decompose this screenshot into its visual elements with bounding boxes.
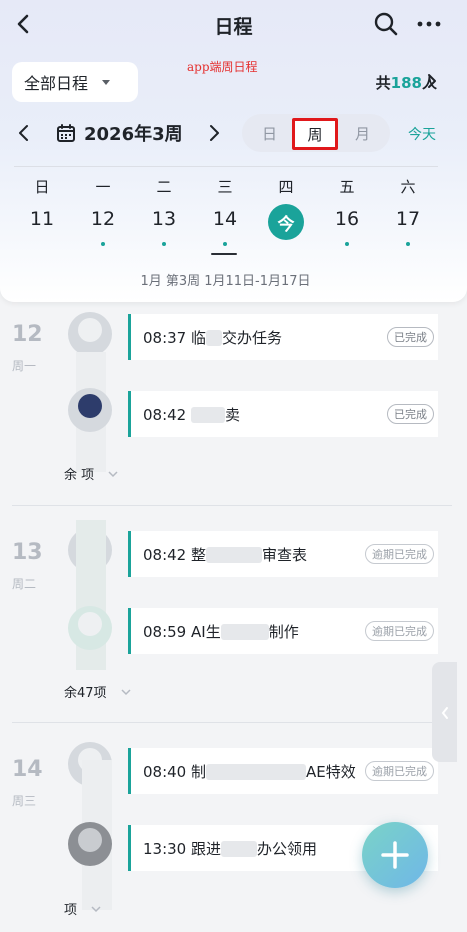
chevron-left-icon xyxy=(441,707,448,719)
event-card[interactable]: 08:42 整审查表 逾期已完成 xyxy=(128,531,438,577)
group-weekday: 周一 xyxy=(12,359,37,373)
date-cell[interactable]: 13 xyxy=(144,208,184,230)
chevron-down-icon xyxy=(91,905,101,912)
event-title: 08:42 卖 xyxy=(143,405,241,424)
avatar xyxy=(68,606,112,650)
search-icon xyxy=(374,12,398,36)
event-card[interactable]: 08:37 临交办任务 已完成 xyxy=(128,314,438,360)
selected-date-indicator xyxy=(211,253,237,255)
avatar xyxy=(68,388,112,432)
status-badge: 已完成 xyxy=(387,327,434,347)
event-title: 08:37 临交办任务 xyxy=(143,328,283,347)
chevron-left-icon xyxy=(17,14,29,34)
event-title: 08:59 AI生 制作 xyxy=(143,622,299,641)
event-card[interactable]: 08:42 卖 已完成 xyxy=(128,391,438,437)
divider xyxy=(12,722,452,723)
add-schedule-button[interactable] xyxy=(362,822,428,888)
chevron-down-icon xyxy=(108,470,118,477)
group-date: 13 xyxy=(12,540,43,565)
weekday-label: 三 xyxy=(217,178,233,196)
calendar-icon xyxy=(57,124,75,142)
week-label: 2026年3周 xyxy=(84,124,183,145)
avatar xyxy=(68,312,112,356)
weekday-label: 四 xyxy=(278,178,294,196)
group-date: 12 xyxy=(12,322,43,347)
weekday-label: 一 xyxy=(95,178,111,196)
more-count: 余47项 xyxy=(64,686,107,701)
next-week-button[interactable] xyxy=(204,122,224,144)
event-card[interactable]: 08:40 制 AE特效 逾期已完成 xyxy=(128,748,438,794)
weekday-label: 六 xyxy=(400,178,416,196)
view-week-tab[interactable]: 周 xyxy=(292,118,338,150)
divider xyxy=(12,505,452,506)
view-month-tab[interactable]: 月 xyxy=(355,123,370,144)
more-count: 项 xyxy=(64,903,78,918)
prev-week-button[interactable] xyxy=(14,122,34,144)
week-range-label: 1月 第3周 1月11日-1月17日 xyxy=(140,274,311,289)
date-cell[interactable]: 12 xyxy=(83,208,123,230)
more-count: 余 项 xyxy=(64,468,95,483)
weekday-label: 日 xyxy=(34,178,50,196)
participants-count: 188 xyxy=(390,73,422,92)
event-title: 08:42 整审查表 xyxy=(143,545,308,564)
weekday-label: 五 xyxy=(339,178,355,196)
event-dot xyxy=(223,242,227,246)
date-cell-selected[interactable]: 14 xyxy=(205,208,245,230)
view-day-tab[interactable]: 日 xyxy=(262,123,277,144)
group-date: 14 xyxy=(12,757,43,782)
status-badge: 逾期已完成 xyxy=(365,761,434,781)
back-button[interactable] xyxy=(10,10,38,38)
caret-down-icon xyxy=(102,79,111,85)
event-dot xyxy=(406,242,410,246)
event-dot xyxy=(162,242,166,246)
week-picker[interactable]: 2026年3周 xyxy=(56,120,183,146)
status-badge: 逾期已完成 xyxy=(365,544,434,564)
event-title: 08:40 制 AE特效 xyxy=(143,762,356,781)
annotation-note: app端周日程 xyxy=(187,60,258,74)
avatar xyxy=(68,822,112,866)
more-button[interactable] xyxy=(414,10,444,38)
show-more-row[interactable]: 项 xyxy=(64,899,101,918)
weekday-label: 二 xyxy=(156,178,172,196)
group-weekday: 周三 xyxy=(12,794,37,808)
group-weekday: 周二 xyxy=(12,577,37,591)
filter-label: 全部日程 xyxy=(24,74,89,93)
chevron-left-icon xyxy=(19,125,28,141)
event-title: 13:30 跟进 办公领用 xyxy=(143,839,318,858)
plus-icon xyxy=(381,841,409,869)
chevron-down-icon xyxy=(121,688,131,695)
show-more-row[interactable]: 余47项 xyxy=(64,682,131,701)
schedule-filter-dropdown[interactable]: 全部日程 xyxy=(12,62,138,102)
search-button[interactable] xyxy=(372,10,400,38)
participants-prefix: 共 xyxy=(375,74,391,92)
event-card[interactable]: 08:59 AI生 制作 逾期已完成 xyxy=(128,608,438,654)
today-button[interactable]: 今天 xyxy=(408,124,436,144)
date-cell[interactable]: 16 xyxy=(327,208,367,230)
event-dot xyxy=(345,242,349,246)
side-drawer-handle[interactable] xyxy=(432,662,457,762)
divider xyxy=(14,166,438,167)
status-badge: 已完成 xyxy=(387,404,434,424)
event-dot xyxy=(101,242,105,246)
more-dots-icon xyxy=(417,21,441,27)
chevron-right-icon xyxy=(210,125,219,141)
date-cell-today[interactable]: 今 xyxy=(268,204,304,240)
date-cell[interactable]: 17 xyxy=(388,208,428,230)
status-badge: 逾期已完成 xyxy=(365,621,434,641)
date-cell[interactable]: 11 xyxy=(22,208,62,230)
chevron-right-icon[interactable] xyxy=(426,73,438,89)
show-more-row[interactable]: 余 项 xyxy=(64,464,118,483)
nav-bar: 日程 xyxy=(0,0,467,48)
